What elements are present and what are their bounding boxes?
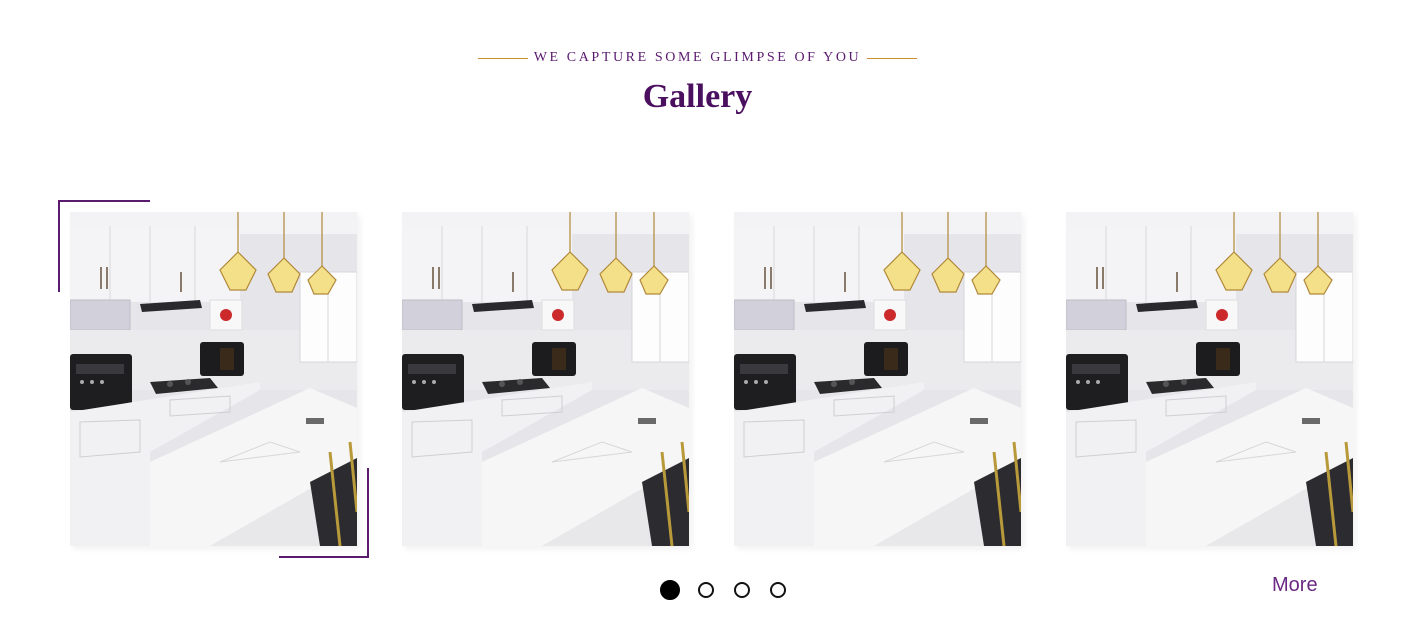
gallery-image [1066,212,1353,546]
pagination-dot[interactable] [698,582,714,598]
eyebrow-left-line [477,57,528,59]
section-title: Gallery [642,78,753,115]
eyebrow-text: WE CAPTURE SOME GLIMPSE OF YOU [533,50,862,65]
decorative-corner-bottom-right [279,468,369,558]
pagination-dot[interactable] [660,580,680,600]
pagination-dot[interactable] [734,582,750,598]
slider-pagination [660,580,786,600]
pagination-dot[interactable] [770,582,786,598]
gallery-slide[interactable] [402,212,689,546]
gallery-slide[interactable] [1066,212,1353,546]
gallery-slider[interactable] [70,212,1360,546]
section-eyebrow: WE CAPTURE SOME GLIMPSE OF YOU [0,50,1395,66]
gallery-image [734,212,1021,546]
eyebrow-right-line [867,57,918,59]
more-link[interactable]: More [1272,574,1318,597]
gallery-slide[interactable] [734,212,1021,546]
gallery-image [402,212,689,546]
